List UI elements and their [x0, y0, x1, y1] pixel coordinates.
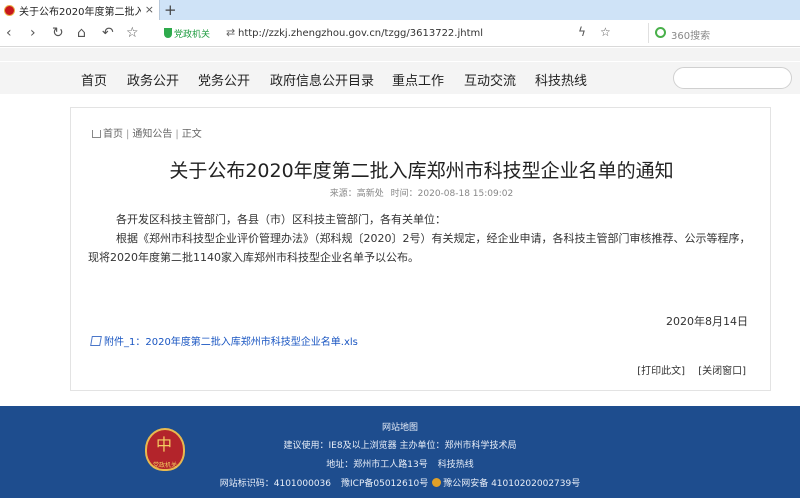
close-window-link[interactable]: [关闭窗口]	[698, 366, 746, 377]
breadcrumb-separator: |	[175, 129, 179, 140]
favorite-star-icon[interactable]: ☆	[126, 24, 139, 42]
footer-address-line: 地址：郑州市工人路13号 科技热线	[0, 457, 800, 470]
refresh-icon[interactable]: ↻	[52, 24, 64, 42]
browser-toolbar: ‹ › ↻ ⌂ ↶ ☆ 党政机关 ⇄ http://zzkj.zhengzhou…	[0, 20, 800, 47]
nav-party-affairs[interactable]: 党务公开	[198, 70, 250, 89]
attachment-label[interactable]: 附件_1：2020年度第二批入库郑州市科技型企业名单.xls	[104, 337, 358, 348]
tab-title: 关于公布2020年度第二批入库	[19, 6, 141, 18]
print-link[interactable]: [打印此文]	[637, 366, 685, 377]
home-icon[interactable]: ⌂	[77, 24, 86, 42]
article-time: 时间：2020-08-18 15:09:02	[390, 189, 514, 199]
nav-hotline[interactable]: 科技热线	[535, 70, 587, 89]
nav-home[interactable]: 首页	[81, 70, 107, 89]
bookmark-star-icon[interactable]: ☆	[600, 25, 611, 39]
article-body: 根据《郑州市科技型企业评价管理办法》（郑科规〔2020〕2号）有关规定，经企业申…	[88, 232, 751, 264]
breadcrumb-current: 正文	[181, 129, 202, 140]
breadcrumb-home[interactable]: 首页	[103, 129, 123, 140]
tab-close-icon[interactable]: ×	[145, 3, 154, 17]
article-greeting: 各开发区科技主管部门，各县（市）区科技主管部门，各有关单位：	[116, 213, 446, 226]
footer-registration-line: 网站标识码：4101000036 豫ICP备05012610号 豫公网安备 4101…	[0, 476, 800, 489]
article-source: 来源：高新处	[329, 189, 384, 199]
site-footer: 中 党政机关 网站地图 建议使用：IE8及以上浏览器 主办单位：郑州市科学技术局…	[0, 406, 800, 498]
back-arrow-icon[interactable]: ‹	[6, 24, 12, 42]
site-search-input[interactable]	[673, 67, 792, 89]
article-title: 关于公布2020年度第二批入库郑州市科技型企业名单的通知	[169, 160, 674, 182]
footer-browser-note: 建议使用：IE8及以上浏览器 主办单位：郑州市科学技术局	[283, 441, 517, 451]
site-favicon-icon	[4, 4, 15, 16]
bookmarks-bar	[0, 48, 800, 61]
attachment-link[interactable]: 附件_1：2020年度第二批入库郑州市科技型企业名单.xls	[90, 333, 358, 348]
forward-arrow-icon[interactable]: ›	[30, 24, 36, 42]
police-badge-icon	[432, 478, 442, 487]
breadcrumb-separator: |	[126, 129, 130, 140]
nav-interaction[interactable]: 互动交流	[464, 70, 516, 89]
breadcrumb: 首页 | 通知公告 | 正文	[92, 125, 202, 140]
sitemap-link[interactable]: 网站地图	[0, 420, 800, 433]
undo-icon[interactable]: ↶	[102, 24, 114, 42]
gov-badge: 党政机关	[164, 27, 210, 40]
url-text[interactable]: http://zzkj.zhengzhou.gov.cn/tzgg/361372…	[238, 28, 483, 39]
security-icon[interactable]: ⇄	[226, 26, 235, 39]
article-date: 2020年8月14日	[666, 315, 748, 328]
breadcrumb-notices[interactable]: 通知公告	[132, 129, 172, 140]
nav-key-work[interactable]: 重点工作	[392, 70, 444, 89]
site-nav: 首页 政务公开 党务公开 政府信息公开目录 重点工作 互动交流 科技热线	[0, 62, 800, 94]
footer-site-code: 网站标识码：4101000036	[219, 479, 332, 489]
address-bar[interactable]: 党政机关 ⇄ http://zzkj.zhengzhou.gov.cn/tzgg…	[160, 23, 620, 44]
article-meta: 来源：高新处 时间：2020-08-18 15:09:02	[71, 186, 772, 199]
footer-police-record[interactable]: 豫公网安备 41010202002739号	[443, 479, 580, 489]
search-box[interactable]: 360搜索	[648, 23, 796, 43]
browser-tab-bar: 关于公布2020年度第二批入库 × +	[0, 0, 800, 20]
footer-icp[interactable]: 豫ICP备05012610号	[341, 479, 428, 489]
attachment-icon	[90, 336, 102, 346]
article-actions: [打印此文] [关闭窗口]	[627, 362, 746, 377]
360-logo-icon	[655, 27, 666, 38]
nav-info-catalog[interactable]: 政府信息公开目录	[270, 70, 374, 89]
browser-tab[interactable]: 关于公布2020年度第二批入库 ×	[0, 0, 160, 20]
new-tab-button[interactable]: +	[164, 1, 177, 19]
footer-hotline[interactable]: 科技热线	[438, 460, 474, 470]
search-placeholder: 360搜索	[671, 31, 711, 42]
nav-government-affairs[interactable]: 政务公开	[127, 70, 179, 89]
article-panel: 首页 | 通知公告 | 正文 关于公布2020年度第二批入库郑州市科技型企业名单的通知 …	[70, 107, 771, 391]
speed-mode-icon[interactable]: ϟ	[578, 25, 586, 39]
home-icon	[92, 130, 101, 138]
shield-icon	[164, 28, 172, 38]
footer-address: 地址：郑州市工人路13号	[326, 460, 428, 470]
